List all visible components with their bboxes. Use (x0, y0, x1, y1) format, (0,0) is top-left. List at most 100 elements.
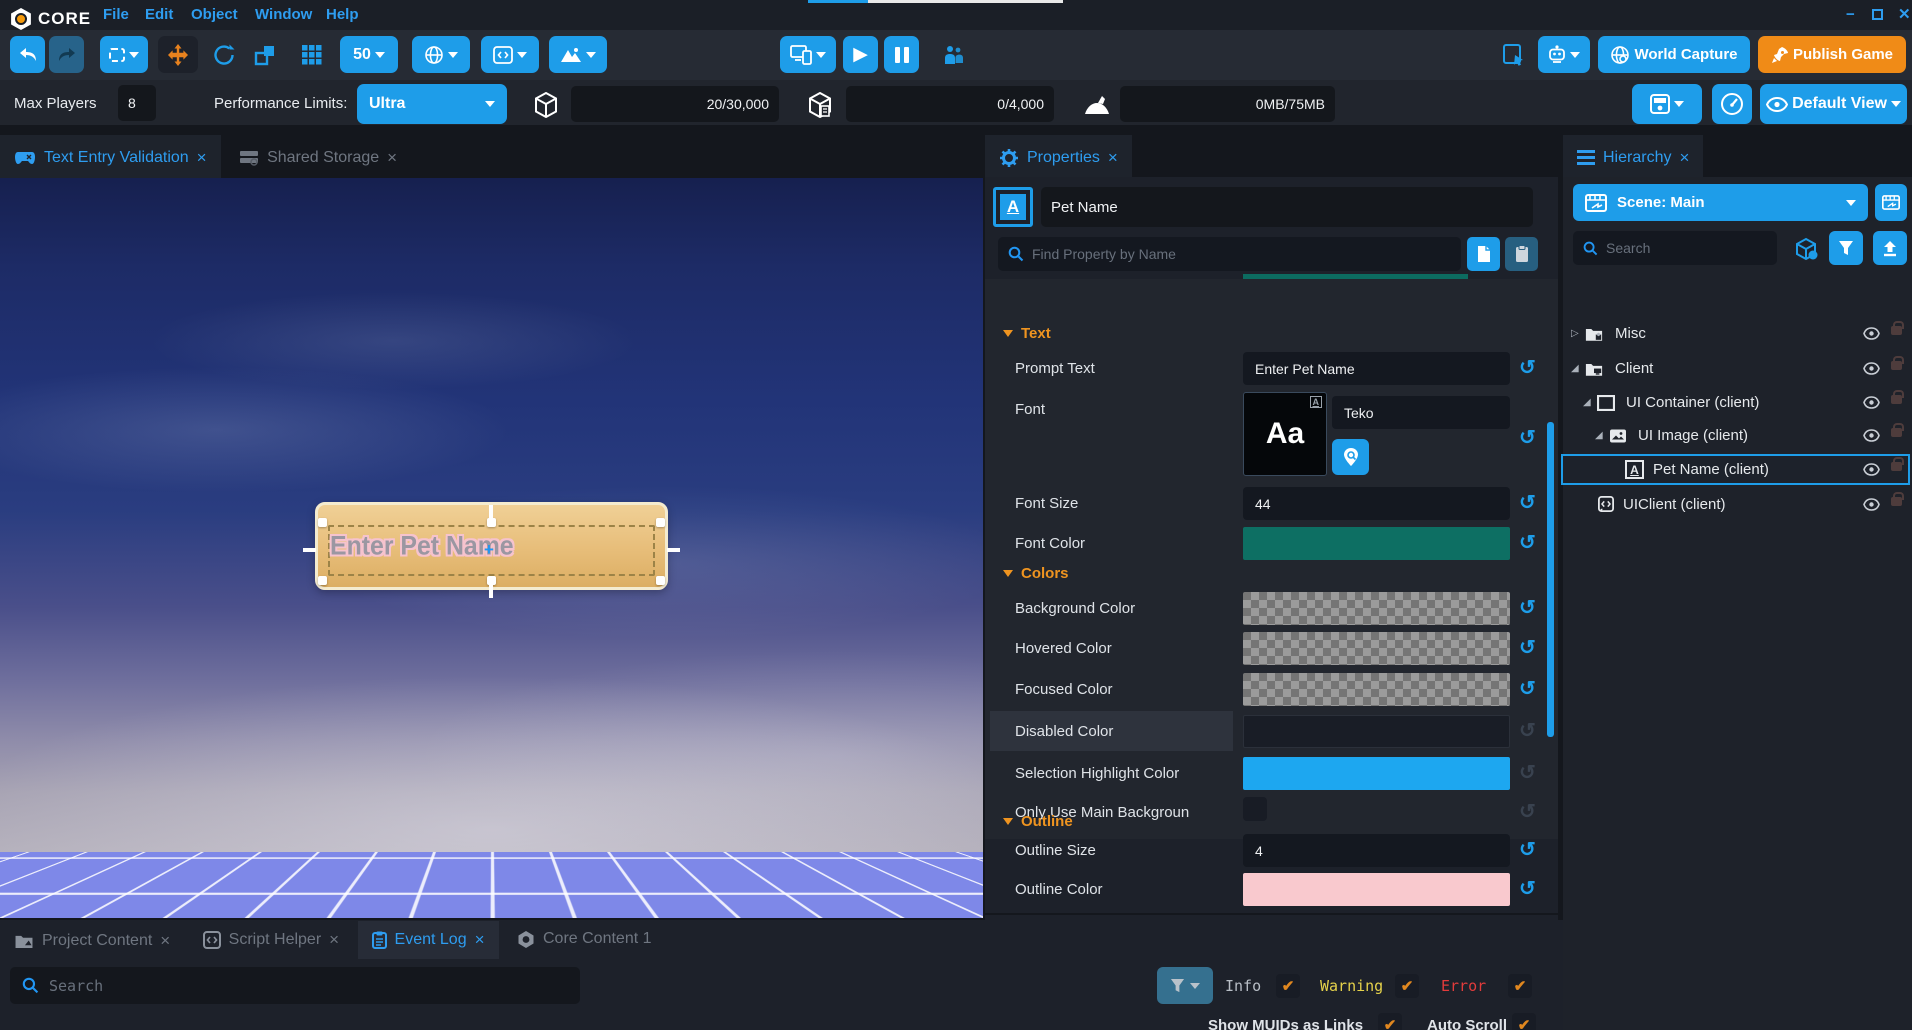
tab-properties[interactable]: Properties× (985, 135, 1132, 180)
performance-gauge-button[interactable] (1712, 84, 1752, 124)
event-log-search[interactable] (10, 967, 580, 1004)
menu-window[interactable]: Window (255, 0, 312, 30)
tab-event-log[interactable]: Event Log× (358, 921, 499, 959)
close-tab-icon[interactable]: × (329, 930, 339, 950)
tab-project-content[interactable]: Project Content× (0, 922, 184, 960)
expand-expanded-icon[interactable]: ◢ (1571, 363, 1579, 374)
selection-highlight-color-swatch[interactable] (1243, 757, 1510, 790)
lock-icon[interactable] (1891, 395, 1902, 404)
hovered-color-swatch[interactable] (1243, 632, 1510, 665)
close-tab-icon[interactable]: × (1108, 148, 1118, 168)
selection-handle[interactable] (318, 576, 327, 585)
tree-row-ui-image[interactable]: ◢ UI Image (client) (1563, 422, 1908, 449)
close-tab-icon[interactable]: × (475, 930, 485, 950)
reset-icon[interactable]: ↺ (1519, 635, 1536, 660)
expand-expanded-icon[interactable]: ◢ (1595, 430, 1603, 441)
save-dropdown[interactable] (1632, 84, 1702, 124)
default-view-dropdown[interactable]: Default View (1760, 84, 1907, 124)
pause-button[interactable] (884, 36, 919, 73)
scene-viewport[interactable]: Enter Pet Name + (0, 178, 983, 918)
selection-handle[interactable] (656, 576, 665, 585)
snap-grid-button[interactable] (294, 36, 330, 73)
outline-size-input[interactable] (1243, 834, 1510, 867)
visibility-eye-icon[interactable] (1863, 327, 1880, 340)
scale-tool-button[interactable] (247, 36, 283, 73)
font-color-swatch[interactable] (1243, 527, 1510, 560)
scene-selector-dropdown[interactable]: Scene: Main (1573, 184, 1868, 221)
tab-script-helper[interactable]: Script Helper× (189, 921, 353, 959)
selection-handle[interactable] (318, 518, 327, 527)
copy-properties-button[interactable] (1467, 237, 1500, 271)
tree-row-pet-name[interactable]: A Pet Name (client) (1563, 456, 1908, 483)
reset-icon[interactable]: ↺ (1519, 530, 1536, 555)
play-button[interactable]: ▶ (843, 36, 878, 73)
reset-icon[interactable]: ↺ (1519, 425, 1536, 450)
section-text[interactable]: Text (1003, 325, 1051, 342)
disabled-color-swatch[interactable] (1243, 715, 1510, 748)
publish-game-button[interactable]: Publish Game (1758, 36, 1906, 73)
reset-icon[interactable]: ↺ (1519, 799, 1536, 824)
world-capture-button[interactable]: World Capture (1598, 36, 1750, 73)
multiplayer-preview-dropdown[interactable] (780, 36, 836, 73)
only-main-background-checkbox[interactable] (1243, 797, 1267, 821)
object-name-input[interactable] (1041, 187, 1533, 227)
reset-icon[interactable]: ↺ (1519, 837, 1536, 862)
font-preview-thumbnail[interactable]: Aa A (1243, 392, 1327, 476)
auto-scroll-checkbox[interactable]: ✔ (1512, 1013, 1536, 1030)
expand-collapsed-icon[interactable]: ▷ (1571, 328, 1579, 339)
lock-icon[interactable] (1891, 326, 1902, 335)
visibility-eye-icon[interactable] (1863, 429, 1880, 442)
selection-handle-bar[interactable] (489, 505, 493, 518)
selection-handle-bar[interactable] (667, 548, 680, 552)
lock-icon[interactable] (1891, 361, 1902, 370)
collapse-all-button[interactable] (1873, 231, 1907, 265)
selection-handle-bar[interactable] (303, 548, 316, 552)
visibility-eye-icon[interactable] (1863, 463, 1880, 476)
reset-icon[interactable]: ↺ (1519, 355, 1536, 380)
visibility-eye-icon[interactable] (1863, 498, 1880, 511)
tree-row-client[interactable]: ◢ Client (1563, 355, 1908, 382)
tab-shared-storage[interactable]: Shared Storage× (225, 135, 411, 180)
show-muids-checkbox[interactable]: ✔ (1378, 1013, 1402, 1030)
prompt-text-input[interactable] (1243, 352, 1510, 385)
close-tab-icon[interactable]: × (197, 148, 207, 168)
menu-help[interactable]: Help (326, 0, 359, 30)
error-checkbox[interactable]: ✔ (1508, 974, 1532, 998)
reset-icon[interactable]: ↺ (1519, 595, 1536, 620)
close-tab-icon[interactable]: × (160, 931, 170, 951)
menu-file[interactable]: File (103, 0, 129, 30)
reset-icon[interactable]: ↺ (1519, 490, 1536, 515)
screenshot-mode-button[interactable] (1496, 36, 1532, 73)
visibility-eye-icon[interactable] (1863, 362, 1880, 375)
hierarchy-search-input[interactable] (1606, 240, 1756, 256)
selection-handle[interactable] (656, 518, 665, 527)
redo-button[interactable] (49, 36, 84, 73)
terrain-dropdown[interactable] (549, 36, 607, 73)
tab-text-entry-validation[interactable]: Text Entry Validation× (0, 135, 221, 180)
section-outline[interactable]: Outline (1003, 813, 1073, 830)
reset-icon[interactable]: ↺ (1519, 760, 1536, 785)
reset-icon[interactable]: ↺ (1519, 676, 1536, 701)
lock-icon[interactable] (1891, 462, 1902, 471)
rotate-tool-button[interactable] (206, 36, 242, 73)
focused-color-swatch[interactable] (1243, 673, 1510, 706)
networked-test-button[interactable] (936, 36, 972, 73)
performance-limits-dropdown[interactable]: Ultra (357, 84, 507, 124)
tab-core-content[interactable]: Core Content 1 (503, 920, 666, 958)
tree-row-ui-container[interactable]: ◢ UI Container (client) (1563, 389, 1908, 416)
background-color-swatch[interactable] (1243, 592, 1510, 625)
property-search[interactable] (998, 237, 1461, 271)
selection-mode-dropdown[interactable] (100, 36, 148, 73)
tab-hierarchy[interactable]: Hierarchy× (1563, 135, 1703, 180)
info-checkbox[interactable]: ✔ (1276, 974, 1300, 998)
bot-tools-dropdown[interactable] (1538, 36, 1590, 73)
selection-handle[interactable] (487, 518, 496, 527)
undo-button[interactable] (10, 36, 45, 73)
lock-icon[interactable] (1891, 428, 1902, 437)
find-asset-button[interactable] (1332, 439, 1369, 475)
tree-row-uiclient[interactable]: UIClient (client) (1563, 491, 1908, 518)
menu-edit[interactable]: Edit (145, 0, 173, 30)
log-filter-dropdown[interactable] (1157, 967, 1213, 1004)
world-settings-dropdown[interactable] (412, 36, 470, 73)
scene-manager-button[interactable] (1875, 184, 1907, 221)
